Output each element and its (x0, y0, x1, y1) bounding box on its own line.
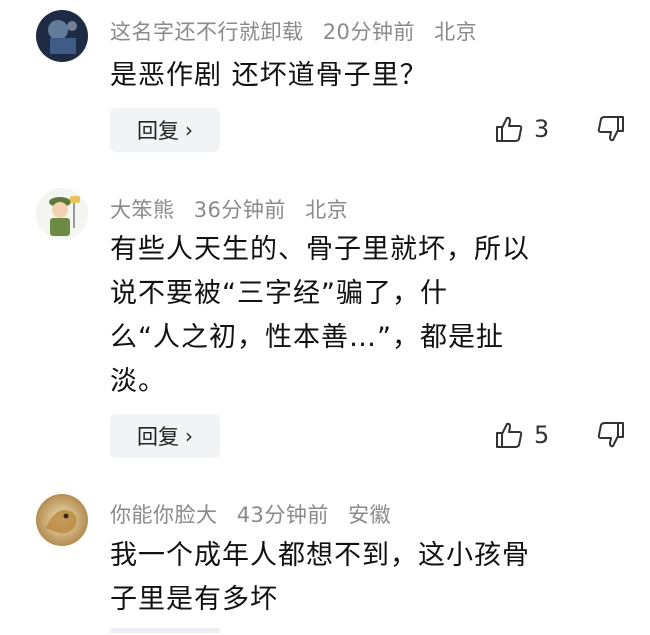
dislike-button[interactable] (596, 420, 626, 454)
location: 北京 (305, 198, 349, 222)
comment-text-line: 有些人天生的、骨子里就坏，所以 (110, 234, 530, 265)
comment-text-line: 么“人之初，性本善…”，都是扯 (110, 322, 504, 353)
reply-button-partial[interactable] (110, 628, 220, 633)
reply-button[interactable]: 回复 › (110, 108, 220, 152)
location: 安徽 (348, 503, 392, 527)
comment-text: 我一个成年人都想不到，这小孩骨 子里是有多坏 (110, 534, 630, 622)
comment-text-line: 子里是有多坏 (110, 584, 278, 615)
timestamp: 43分钟前 (236, 503, 329, 527)
username[interactable]: 你能你脸大 (110, 503, 218, 527)
dark-blue-avatar-icon[interactable] (36, 10, 88, 62)
like-button[interactable]: 5 (494, 420, 549, 450)
comment-text: 有些人天生的、骨子里就坏，所以 说不要被“三字经”骗了，什 么“人之初，性本善…… (110, 228, 630, 404)
reply-label: 回复 (137, 425, 179, 449)
like-count: 3 (534, 115, 550, 143)
comment-meta: 你能你脸大 43分钟前 安徽 (110, 499, 403, 529)
reply-button[interactable]: 回复 › (110, 414, 220, 458)
username[interactable]: 大笨熊 (110, 198, 175, 222)
like-count: 5 (534, 421, 550, 449)
like-button[interactable]: 3 (494, 114, 549, 144)
chevron-right-icon: › (185, 424, 193, 448)
dislike-button[interactable] (596, 114, 626, 148)
timestamp: 20分钟前 (322, 20, 415, 44)
timestamp: 36分钟前 (193, 198, 286, 222)
cartoon-soldier-avatar-icon[interactable] (36, 188, 88, 240)
comment-text-line: 淡。 (110, 366, 166, 397)
comment-meta: 这名字还不行就卸载 20分钟前 北京 (110, 16, 489, 46)
thumbs-up-icon (496, 116, 523, 142)
username[interactable]: 这名字还不行就卸载 (110, 20, 304, 44)
comment-text: 是恶作剧 还坏道骨子里？ (110, 60, 428, 91)
comment-text-line: 我一个成年人都想不到，这小孩骨 (110, 540, 530, 571)
comment-meta: 大笨熊 36分钟前 北京 (110, 194, 360, 224)
thumbs-down-icon (597, 116, 624, 142)
chevron-right-icon: › (185, 118, 193, 142)
reply-label: 回复 (137, 119, 179, 143)
comment-text-line: 说不要被“三字经”骗了，什 (110, 278, 448, 309)
dragon-avatar-icon[interactable] (36, 494, 88, 546)
thumbs-down-icon (597, 422, 624, 448)
location: 北京 (434, 20, 478, 44)
thumbs-up-icon (496, 422, 523, 448)
